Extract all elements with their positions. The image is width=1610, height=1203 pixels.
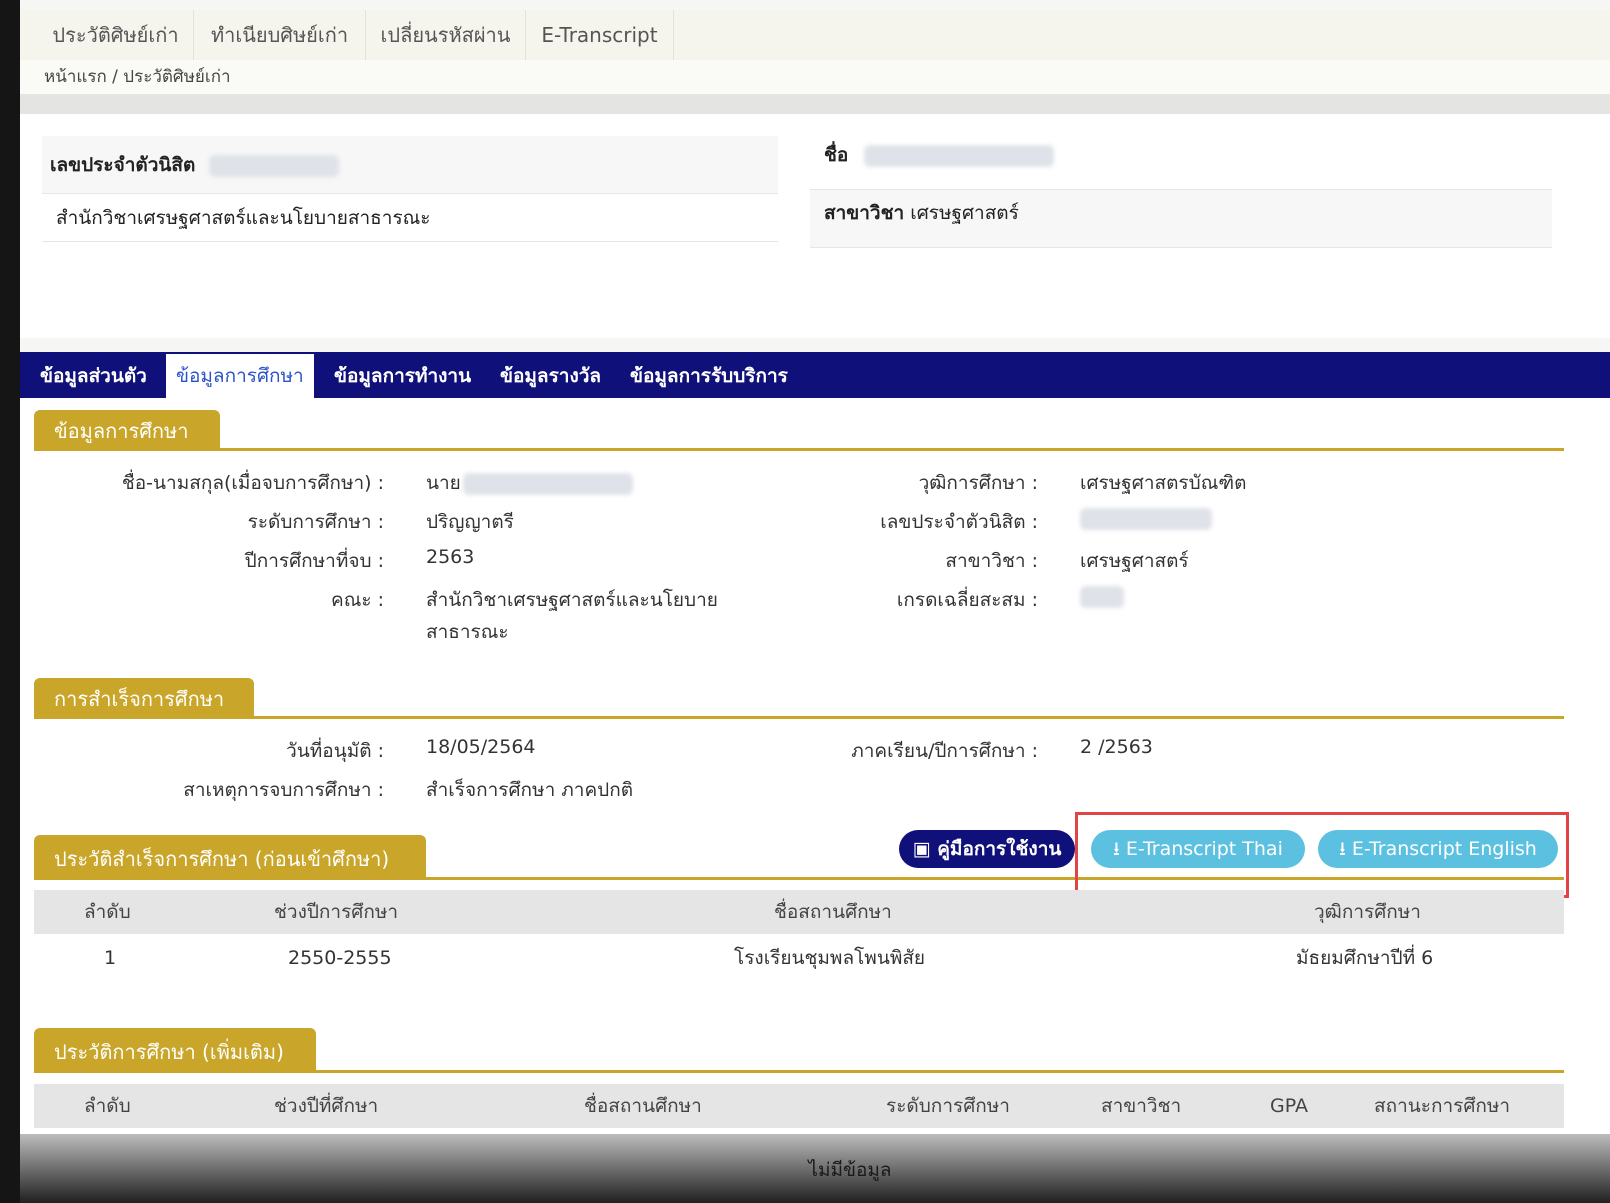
name-row: ชื่อ xyxy=(810,132,1552,190)
tab-awards[interactable]: ข้อมูลรางวัล xyxy=(500,354,601,398)
term-label: ภาคเรียน/ปีการศึกษา : xyxy=(851,740,1038,762)
prior-table-header: ลำดับ ช่วงปีการศึกษา ชื่อสถานศึกษา วุฒิก… xyxy=(34,890,1564,934)
approve-date-value: 18/05/2564 xyxy=(426,736,536,758)
nav-alumni-profile[interactable]: ประวัติศิษย์เก่า xyxy=(38,10,194,60)
term-value: 2 /2563 xyxy=(1080,736,1153,758)
prior-col-degree: วุฒิการศึกษา xyxy=(1314,901,1421,923)
degree-value: เศรษฐศาสตรบัณฑิต xyxy=(1080,472,1247,494)
student-id-detail-label: เลขประจำตัวนิสิต : xyxy=(880,511,1038,533)
left-dark-edge xyxy=(0,0,20,1203)
gpa-value xyxy=(1080,585,1124,608)
profile-tabs: ข้อมูลส่วนตัว ข้อมูลการศึกษา ข้อมูลการทำ… xyxy=(20,352,1610,398)
major-label: สาขาวิชา xyxy=(824,202,905,224)
fullname-label: ชื่อ-นามสกุล(เมื่อจบการศึกษา) : xyxy=(121,472,384,494)
faculty-row: สำนักวิชาเศรษฐศาสตร์และนโยบายสาธารณะ xyxy=(42,194,778,242)
additional-col-school: ชื่อสถานศึกษา xyxy=(584,1095,702,1117)
faculty-value-line2: สาธารณะ xyxy=(426,621,509,643)
nav-e-transcript[interactable]: E-Transcript xyxy=(526,10,674,60)
faculty-text: สำนักวิชาเศรษฐศาสตร์และนโยบายสาธารณะ xyxy=(56,207,431,229)
user-manual-button[interactable]: ▣ คู่มือการใช้งาน xyxy=(899,830,1075,868)
level-value: ปริญญาตรี xyxy=(426,511,514,533)
tab-education[interactable]: ข้อมูลการศึกษา xyxy=(166,354,314,398)
approve-date-label: วันที่อนุมัติ : xyxy=(286,740,384,762)
tab-work[interactable]: ข้อมูลการทำงาน xyxy=(334,354,471,398)
student-id-row: เลขประจำตัวนิสิต xyxy=(42,136,778,194)
divider-strip xyxy=(20,94,1610,114)
grad-year-value: 2563 xyxy=(426,546,475,568)
student-id-detail-value xyxy=(1080,507,1212,530)
major-value: เศรษฐศาสตร์ xyxy=(910,202,1019,224)
education-section-line xyxy=(34,448,1564,451)
reason-value: สำเร็จการศึกษา ภาคปกติ xyxy=(426,779,634,801)
faculty-label: คณะ : xyxy=(331,589,384,611)
prior-cell-order: 1 xyxy=(104,947,117,969)
prior-col-year-range: ช่วงปีการศึกษา xyxy=(274,901,399,923)
redacted-student-id-detail xyxy=(1080,507,1212,530)
additional-education-section-title: ประวัติการศึกษา (เพิ่มเติม) xyxy=(34,1028,316,1072)
additional-table-header: ลำดับ ช่วงปีที่ศึกษา ชื่อสถานศึกษา ระดับ… xyxy=(34,1084,1564,1128)
additional-col-year-range: ช่วงปีที่ศึกษา xyxy=(274,1095,379,1117)
fullname-value: นาย xyxy=(426,468,633,498)
tab-services[interactable]: ข้อมูลการรับบริการ xyxy=(630,354,788,398)
education-section-title: ข้อมูลการศึกษา xyxy=(34,410,220,450)
student-id-label: เลขประจำตัวนิสิต xyxy=(50,154,196,176)
nav-alumni-directory[interactable]: ทำเนียบศิษย์เก่า xyxy=(194,10,366,60)
prior-cell-degree: มัธยมศึกษาปีที่ 6 xyxy=(1296,947,1434,969)
prior-col-order: ลำดับ xyxy=(84,901,131,923)
table-row: 1 2550-2555 โรงเรียนชุมพลโพนพิสัย มัธยมศ… xyxy=(34,936,1564,982)
breadcrumb: หน้าแรก / ประวัติศิษย์เก่า xyxy=(20,60,1610,94)
book-icon: ▣ xyxy=(912,838,931,860)
redacted-fullname xyxy=(462,472,633,495)
user-manual-label: คู่มือการใช้งาน xyxy=(937,838,1062,860)
redacted-student-id xyxy=(209,154,340,177)
gpa-label: เกรดเฉลี่ยสะสม : xyxy=(896,589,1038,611)
prior-col-school: ชื่อสถานศึกษา xyxy=(774,901,892,923)
faculty-value-line1: สำนักวิชาเศรษฐศาสตร์และนโยบาย xyxy=(426,589,718,611)
tab-personal[interactable]: ข้อมูลส่วนตัว xyxy=(40,354,147,398)
additional-col-level: ระดับการศึกษา xyxy=(886,1095,1010,1117)
additional-col-gpa: GPA xyxy=(1270,1095,1308,1117)
redacted-name xyxy=(864,144,1055,167)
reason-label: สาเหตุการจบการศึกษา : xyxy=(183,779,384,801)
grad-year-label: ปีการศึกษาที่จบ : xyxy=(244,550,384,572)
additional-col-major: สาขาวิชา xyxy=(1101,1095,1182,1117)
major-detail-label: สาขาวิชา : xyxy=(945,550,1038,572)
prior-cell-school: โรงเรียนชุมพลโพนพิสัย xyxy=(734,947,926,969)
no-data-message: ไม่มีข้อมูล xyxy=(808,1159,892,1181)
prior-education-section-title: ประวัติสำเร็จการศึกษา (ก่อนเข้าศึกษา) xyxy=(34,835,426,879)
additional-education-section-line xyxy=(34,1070,1564,1073)
graduation-section-line xyxy=(34,716,1564,719)
additional-col-status: สถานะการศึกษา xyxy=(1374,1095,1511,1117)
nav-change-password[interactable]: เปลี่ยนรหัสผ่าน xyxy=(366,10,526,60)
graduation-section-title: การสำเร็จการศึกษา xyxy=(34,678,254,718)
degree-label: วุฒิการศึกษา : xyxy=(918,472,1038,494)
name-label: ชื่อ xyxy=(824,144,849,166)
transcript-buttons-highlight xyxy=(1075,812,1569,898)
page: ประวัติศิษย์เก่า ทำเนียบศิษย์เก่า เปลี่ย… xyxy=(20,0,1610,1203)
student-summary: เลขประจำตัวนิสิต สำนักวิชาเศรษฐศาสตร์และ… xyxy=(20,114,1610,338)
top-navigation: ประวัติศิษย์เก่า ทำเนียบศิษย์เก่า เปลี่ย… xyxy=(20,10,1610,60)
redacted-gpa xyxy=(1080,585,1124,608)
prior-cell-year-range: 2550-2555 xyxy=(288,947,392,969)
level-label: ระดับการศึกษา : xyxy=(247,511,384,533)
major-detail-value: เศรษฐศาสตร์ xyxy=(1080,550,1189,572)
additional-col-order: ลำดับ xyxy=(84,1095,131,1117)
major-row: สาขาวิชา เศรษฐศาสตร์ xyxy=(810,190,1552,248)
education-content: ข้อมูลการศึกษา ชื่อ-นามสกุล(เมื่อจบการศึ… xyxy=(20,398,1610,1203)
fullname-prefix: นาย xyxy=(426,472,461,494)
